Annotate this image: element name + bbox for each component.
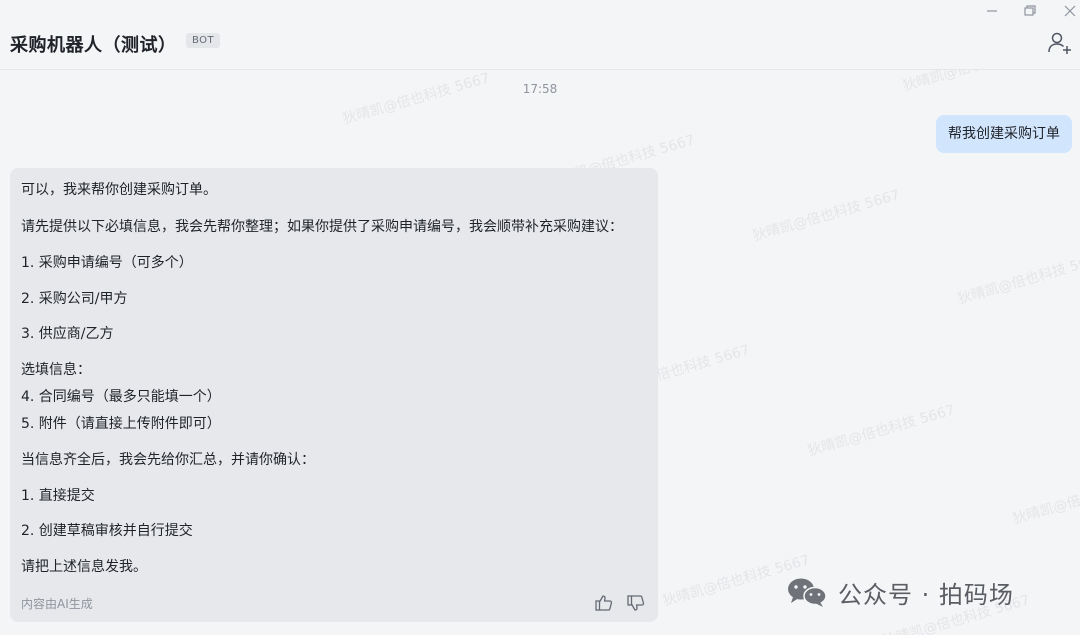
- bot-badge: BOT: [186, 33, 221, 48]
- bot-message-line: 1. 直接提交: [21, 488, 95, 504]
- message-timestamp: 17:58: [522, 82, 558, 96]
- chat-title: 采购机器人（测试）: [10, 35, 177, 56]
- bot-message-line: 3. 供应商/乙方: [21, 326, 114, 342]
- watermark: 狄晴凯@倍也科技 5667: [751, 187, 902, 245]
- thumbs-up-icon: [595, 595, 613, 611]
- wechat-icon: [788, 578, 827, 607]
- watermark: 狄晴凯@倍也科技 5667: [341, 70, 492, 128]
- bot-message-line: 2. 采购公司/甲方: [21, 291, 128, 307]
- watermark: 狄晴凯@倍也科技 5667: [956, 250, 1080, 308]
- add-member-icon: [1048, 32, 1071, 54]
- bot-message-line: 2. 创建草稿审核并自行提交: [21, 523, 193, 539]
- bot-message-line: 请先提供以下必填信息，我会先帮你整理；如果你提供了采购申请编号，我会顺带补充采购…: [21, 219, 623, 235]
- user-message-bubble[interactable]: 帮我创建采购订单: [936, 115, 1072, 153]
- dislike-button[interactable]: [626, 593, 646, 613]
- bot-message-line: 当信息齐全后，我会先给你汇总，并请你确认：: [21, 452, 315, 468]
- bot-message-line: 4. 合同编号（最多只能填一个）: [21, 389, 221, 405]
- add-member-button[interactable]: [1047, 31, 1073, 55]
- bot-message-line: 1. 采购申请编号（可多个）: [21, 255, 193, 271]
- restore-button[interactable]: [1018, 2, 1042, 20]
- minimize-icon: [987, 10, 997, 12]
- chat-header: 采购机器人（测试） BOT: [0, 0, 1080, 70]
- watermark: 狄晴凯@倍也科技 5667: [806, 402, 957, 460]
- close-icon: [1064, 5, 1076, 17]
- wechat-account-badge: 公众号 · 拍码场: [786, 572, 1014, 612]
- minimize-button[interactable]: [980, 2, 1004, 20]
- bot-message-line: 选填信息：: [21, 362, 91, 378]
- bot-message-bubble[interactable]: 可以，我来帮你创建采购订单。 请先提供以下必填信息，我会先帮你整理；如果你提供了…: [10, 168, 658, 622]
- like-button[interactable]: [594, 593, 614, 613]
- wechat-account-name: 公众号 · 拍码场: [838, 580, 1014, 609]
- restore-icon: [1024, 5, 1036, 16]
- ai-generated-note: 内容由AI生成: [21, 597, 93, 611]
- bot-message-line: 5. 附件（请直接上传附件即可）: [21, 416, 221, 432]
- thumbs-down-icon: [627, 595, 645, 611]
- close-button[interactable]: [1058, 2, 1080, 20]
- bot-message-line: 请把上述信息发我。: [21, 559, 147, 575]
- watermark: 狄晴凯@倍也科技 5667: [1011, 470, 1080, 528]
- bot-message-line: 可以，我来帮你创建采购订单。: [21, 182, 217, 198]
